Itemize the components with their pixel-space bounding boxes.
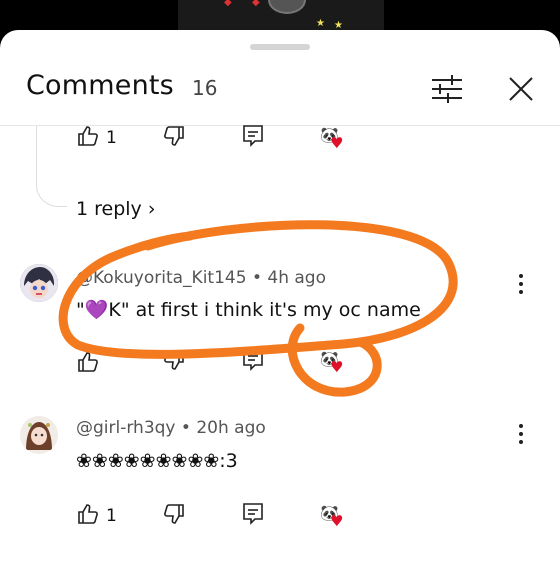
heart-icon: ♥ [330,512,344,530]
like-button[interactable] [76,350,100,374]
meta-separator: • [180,418,191,438]
avatar[interactable] [20,264,58,302]
comments-sheet: Comments 16 1 🐼 ♥ 1 reply › @Kokuyorita_… [0,30,560,570]
reply-comment-icon [243,349,263,371]
chevron-right-icon: › [147,198,156,220]
thumbs-down-icon [164,504,184,524]
video-background: ◆ ◆ ★ ★ [0,0,560,34]
comment-text: "💜K" at first i think it's my oc name [76,299,421,321]
author-handle: @girl-rh3qy [76,418,176,438]
reply-comment-icon [243,125,263,147]
thumbs-down-icon [164,350,184,370]
comments-title: Comments [26,70,174,101]
thread-connector [36,126,67,207]
red-decoration-icon: ◆ [224,0,232,8]
dislike-button[interactable] [162,124,186,148]
creator-heart-badge: 🐼 ♥ [320,126,350,156]
reply-button[interactable] [242,124,264,148]
drag-handle[interactable] [250,44,310,50]
heart-icon: ♥ [330,134,344,152]
comment-author[interactable]: @girl-rh3qy • 20h ago [76,418,266,438]
thumbs-up-icon [78,504,98,524]
more-options-icon[interactable] [516,274,526,298]
more-options-icon[interactable] [516,424,526,448]
reply-comment-icon [243,503,263,525]
reply-button[interactable] [242,502,264,526]
thumbs-down-icon [164,126,184,146]
creator-heart-badge: 🐼 ♥ [320,504,350,534]
creator-heart-badge: 🐼 ♥ [320,350,350,380]
avatar-image [20,416,58,454]
star-icon: ★ [316,18,325,29]
dislike-button[interactable] [162,502,186,526]
close-icon[interactable] [506,74,536,104]
view-replies-link[interactable]: 1 reply › [76,198,155,220]
reply-button[interactable] [242,348,264,372]
avatar-image [20,264,58,302]
comment-time: 4h ago [267,268,326,288]
heart-icon: ♥ [330,358,344,376]
author-handle: @Kokuyorita_Kit145 [76,268,247,288]
comment-text: ❀❀❀❀❀❀❀❀❀:3 [76,450,238,472]
like-count: 1 [106,128,117,148]
like-button[interactable] [76,124,100,148]
thumbs-up-icon [78,126,98,146]
like-button[interactable] [76,502,100,526]
like-count: 1 [106,506,117,526]
filter-icon[interactable] [430,74,464,104]
comment-author[interactable]: @Kokuyorita_Kit145 • 4h ago [76,268,326,288]
meta-separator: • [251,268,262,288]
comment-time: 20h ago [196,418,266,438]
dislike-button[interactable] [162,348,186,372]
red-decoration-icon: ◆ [252,0,260,8]
comments-count: 16 [192,76,218,100]
thumbs-up-icon [78,352,98,372]
replies-label: 1 reply [76,198,142,220]
avatar[interactable] [20,416,58,454]
